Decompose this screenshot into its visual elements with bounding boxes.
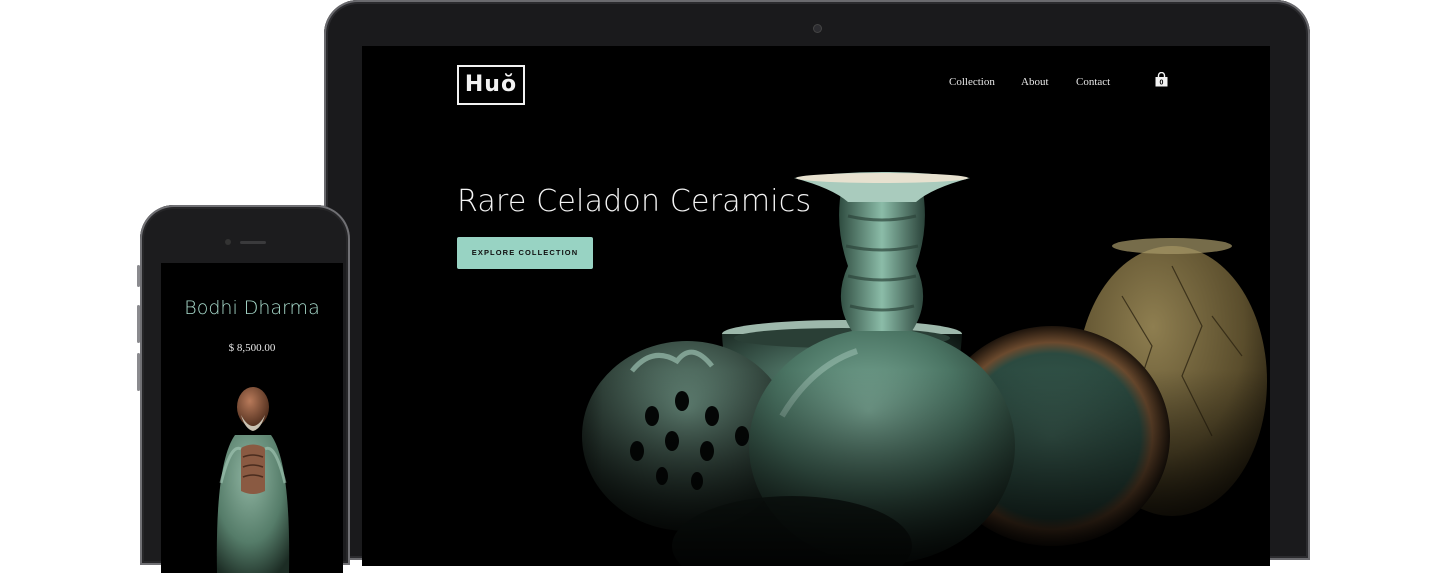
laptop-frame: Huŏ Collection About Contact 0 Rare Cela… bbox=[324, 0, 1310, 566]
nav-about[interactable]: About bbox=[1021, 76, 1049, 88]
bodhi-dharma-statue-image[interactable] bbox=[211, 373, 295, 573]
nav-collection[interactable]: Collection bbox=[949, 76, 995, 88]
cart-count: 0 bbox=[1160, 80, 1164, 87]
phone-volume-down bbox=[137, 353, 140, 391]
product-price: $ 8,500.00 bbox=[228, 342, 276, 354]
product-name: Bodhi Dharma bbox=[184, 297, 320, 319]
phone-volume-up bbox=[137, 305, 140, 343]
front-camera-icon bbox=[225, 239, 231, 245]
nav-contact[interactable]: Contact bbox=[1076, 76, 1110, 88]
phone-frame: Bodhi Dharma $ 8,500.00 bbox=[137, 205, 350, 573]
explore-collection-button[interactable]: EXPLORE COLLECTION bbox=[457, 237, 593, 269]
phone-mute-switch bbox=[137, 265, 140, 287]
speaker-grille bbox=[240, 241, 266, 244]
shopping-bag-icon[interactable]: 0 bbox=[1155, 71, 1168, 87]
desktop-screen: Huŏ Collection About Contact 0 Rare Cela… bbox=[362, 46, 1270, 566]
camera-icon bbox=[814, 25, 821, 32]
brand-logo[interactable]: Huŏ bbox=[457, 65, 525, 105]
hero-title: Rare Celadon Ceramics bbox=[457, 184, 812, 219]
mobile-screen: Bodhi Dharma $ 8,500.00 bbox=[161, 263, 343, 573]
